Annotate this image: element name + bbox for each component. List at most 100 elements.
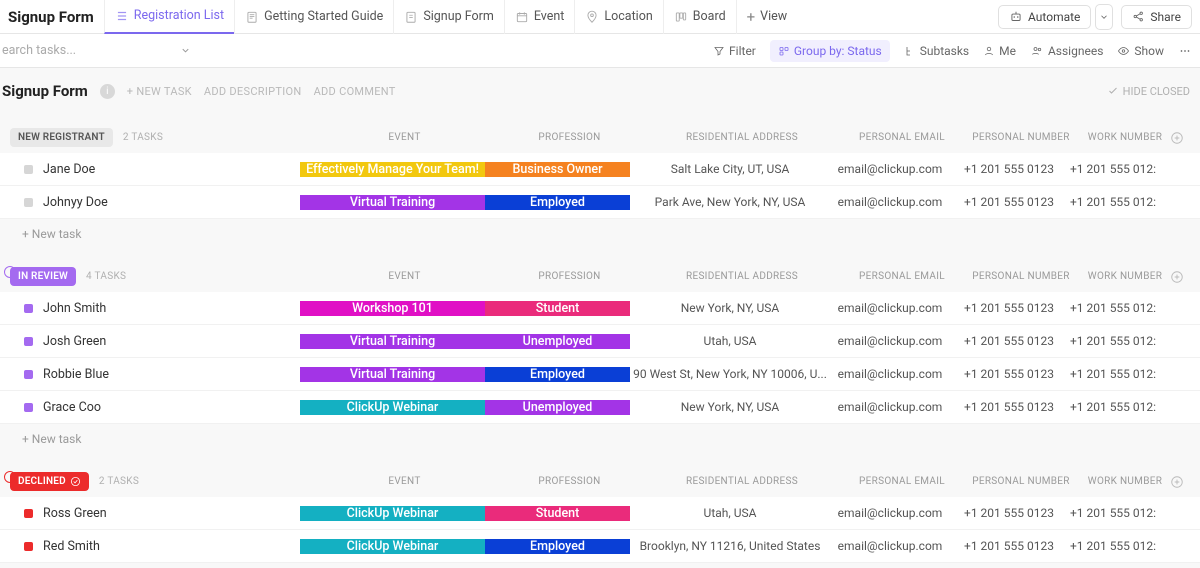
- col-email: PERSONAL EMAIL: [842, 476, 962, 487]
- status-square-icon[interactable]: [24, 370, 33, 379]
- cell-profession[interactable]: Unemployed: [485, 334, 630, 349]
- cell-personal-number[interactable]: +1 201 555 0123: [950, 506, 1068, 520]
- new-task-button[interactable]: + NEW TASK: [127, 85, 192, 98]
- status-square-icon[interactable]: [24, 403, 33, 412]
- tab-getting-started-guide[interactable]: Getting Started Guide: [234, 0, 393, 34]
- assignees-button[interactable]: Assignees: [1030, 44, 1103, 58]
- new-task-row[interactable]: + New task: [0, 219, 1200, 249]
- cell-email[interactable]: email@clickup.com: [830, 539, 950, 553]
- cell-work-number[interactable]: +1 201 555 012:: [1068, 195, 1158, 209]
- cell-email[interactable]: email@clickup.com: [830, 367, 950, 381]
- new-task-row[interactable]: + New task: [0, 424, 1200, 454]
- cell-personal-number[interactable]: +1 201 555 0123: [950, 162, 1068, 176]
- cell-event[interactable]: ClickUp Webinar: [300, 400, 485, 415]
- add-description-button[interactable]: ADD DESCRIPTION: [204, 85, 302, 98]
- cell-email[interactable]: email@clickup.com: [830, 334, 950, 348]
- task-row[interactable]: Josh GreenVirtual TrainingUnemployedUtah…: [0, 325, 1200, 358]
- cell-personal-number[interactable]: +1 201 555 0123: [950, 539, 1068, 553]
- status-square-icon[interactable]: [24, 542, 33, 551]
- cell-event[interactable]: Workshop 101: [300, 301, 485, 316]
- cell-work-number[interactable]: +1 201 555 012:: [1068, 367, 1158, 381]
- cell-work-number[interactable]: +1 201 555 012:: [1068, 506, 1158, 520]
- cell-profession[interactable]: Business Owner: [485, 162, 630, 177]
- add-column-button[interactable]: [1170, 475, 1190, 489]
- tab-registration-list[interactable]: Registration List: [104, 0, 234, 34]
- group-collapse-handle[interactable]: [4, 471, 16, 483]
- cell-event[interactable]: ClickUp Webinar: [300, 539, 485, 554]
- cell-work-number[interactable]: +1 201 555 012:: [1068, 301, 1158, 315]
- cell-work-number[interactable]: +1 201 555 012:: [1068, 539, 1158, 553]
- task-row[interactable]: John SmithWorkshop 101StudentNew York, N…: [0, 292, 1200, 325]
- status-chip[interactable]: DECLINED: [10, 472, 89, 491]
- tab-location[interactable]: Location: [574, 0, 662, 34]
- cell-address[interactable]: New York, NY, USA: [630, 400, 830, 414]
- cell-email[interactable]: email@clickup.com: [830, 195, 950, 209]
- more-button[interactable]: [1178, 45, 1192, 57]
- add-column-button[interactable]: [1170, 270, 1190, 284]
- groupby-button[interactable]: Group by: Status: [770, 40, 890, 62]
- share-button[interactable]: Share: [1121, 5, 1192, 29]
- me-button[interactable]: Me: [983, 44, 1016, 58]
- cell-personal-number[interactable]: +1 201 555 0123: [950, 367, 1068, 381]
- cell-profession[interactable]: Student: [485, 506, 630, 521]
- cell-personal-number[interactable]: +1 201 555 0123: [950, 195, 1068, 209]
- task-row[interactable]: Red SmithClickUp WebinarEmployedBrooklyn…: [0, 530, 1200, 563]
- tab-event[interactable]: Event: [504, 0, 575, 34]
- cell-profession[interactable]: Employed: [485, 195, 630, 210]
- cell-address[interactable]: Park Ave, New York, NY, USA: [630, 195, 830, 209]
- task-row[interactable]: Jane DoeEffectively Manage Your Team!Bus…: [0, 153, 1200, 186]
- status-square-icon[interactable]: [24, 509, 33, 518]
- task-row[interactable]: Ross GreenClickUp WebinarStudentUtah, US…: [0, 497, 1200, 530]
- tab-board[interactable]: Board: [663, 0, 736, 34]
- cell-work-number[interactable]: +1 201 555 012:: [1068, 162, 1158, 176]
- cell-profession[interactable]: Unemployed: [485, 400, 630, 415]
- search-input[interactable]: earch tasks...: [2, 43, 76, 58]
- cell-name: Grace Coo: [0, 400, 300, 415]
- cell-address[interactable]: Utah, USA: [630, 334, 830, 348]
- automate-button[interactable]: Automate: [998, 5, 1091, 29]
- show-button[interactable]: Show: [1117, 44, 1164, 58]
- cell-email[interactable]: email@clickup.com: [830, 506, 950, 520]
- cell-event[interactable]: Effectively Manage Your Team!: [300, 162, 485, 177]
- cell-work-number[interactable]: +1 201 555 012:: [1068, 400, 1158, 414]
- task-row[interactable]: Johnyy DoeVirtual TrainingEmployedPark A…: [0, 186, 1200, 219]
- status-square-icon[interactable]: [24, 198, 33, 207]
- cell-profession[interactable]: Employed: [485, 539, 630, 554]
- group-collapse-handle[interactable]: [4, 266, 16, 278]
- automate-dropdown[interactable]: [1095, 4, 1113, 30]
- task-row[interactable]: Robbie BlueVirtual TrainingEmployed90 We…: [0, 358, 1200, 391]
- cell-address[interactable]: Utah, USA: [630, 506, 830, 520]
- cell-address[interactable]: Salt Lake City, UT, USA: [630, 162, 830, 176]
- filter-button[interactable]: Filter: [713, 44, 756, 58]
- tab-signup-form[interactable]: Signup Form: [393, 0, 504, 34]
- status-chip[interactable]: IN REVIEW: [10, 267, 76, 286]
- status-square-icon[interactable]: [24, 165, 33, 174]
- cell-email[interactable]: email@clickup.com: [830, 162, 950, 176]
- cell-email[interactable]: email@clickup.com: [830, 400, 950, 414]
- cell-personal-number[interactable]: +1 201 555 0123: [950, 334, 1068, 348]
- add-column-button[interactable]: [1170, 131, 1190, 145]
- status-chip[interactable]: NEW REGISTRANT: [10, 128, 113, 147]
- status-square-icon[interactable]: [24, 304, 33, 313]
- cell-address[interactable]: Brooklyn, NY 11216, United States: [630, 539, 830, 553]
- info-icon[interactable]: i: [100, 84, 115, 99]
- cell-personal-number[interactable]: +1 201 555 0123: [950, 400, 1068, 414]
- search-dropdown[interactable]: [180, 45, 191, 56]
- task-row[interactable]: Grace CooClickUp WebinarUnemployedNew Yo…: [0, 391, 1200, 424]
- add-comment-button[interactable]: ADD COMMENT: [314, 85, 396, 98]
- cell-work-number[interactable]: +1 201 555 012:: [1068, 334, 1158, 348]
- subtasks-button[interactable]: Subtasks: [904, 44, 969, 58]
- cell-address[interactable]: New York, NY, USA: [630, 301, 830, 315]
- cell-address[interactable]: 90 West St, New York, NY 10006, U...: [630, 367, 830, 381]
- status-square-icon[interactable]: [24, 337, 33, 346]
- cell-event[interactable]: Virtual Training: [300, 195, 485, 210]
- tab-view[interactable]: +View: [736, 0, 798, 34]
- cell-profession[interactable]: Student: [485, 301, 630, 316]
- cell-event[interactable]: Virtual Training: [300, 367, 485, 382]
- cell-email[interactable]: email@clickup.com: [830, 301, 950, 315]
- cell-personal-number[interactable]: +1 201 555 0123: [950, 301, 1068, 315]
- cell-profession[interactable]: Employed: [485, 367, 630, 382]
- hide-closed-button[interactable]: HIDE CLOSED: [1107, 85, 1190, 98]
- cell-event[interactable]: Virtual Training: [300, 334, 485, 349]
- cell-event[interactable]: ClickUp Webinar: [300, 506, 485, 521]
